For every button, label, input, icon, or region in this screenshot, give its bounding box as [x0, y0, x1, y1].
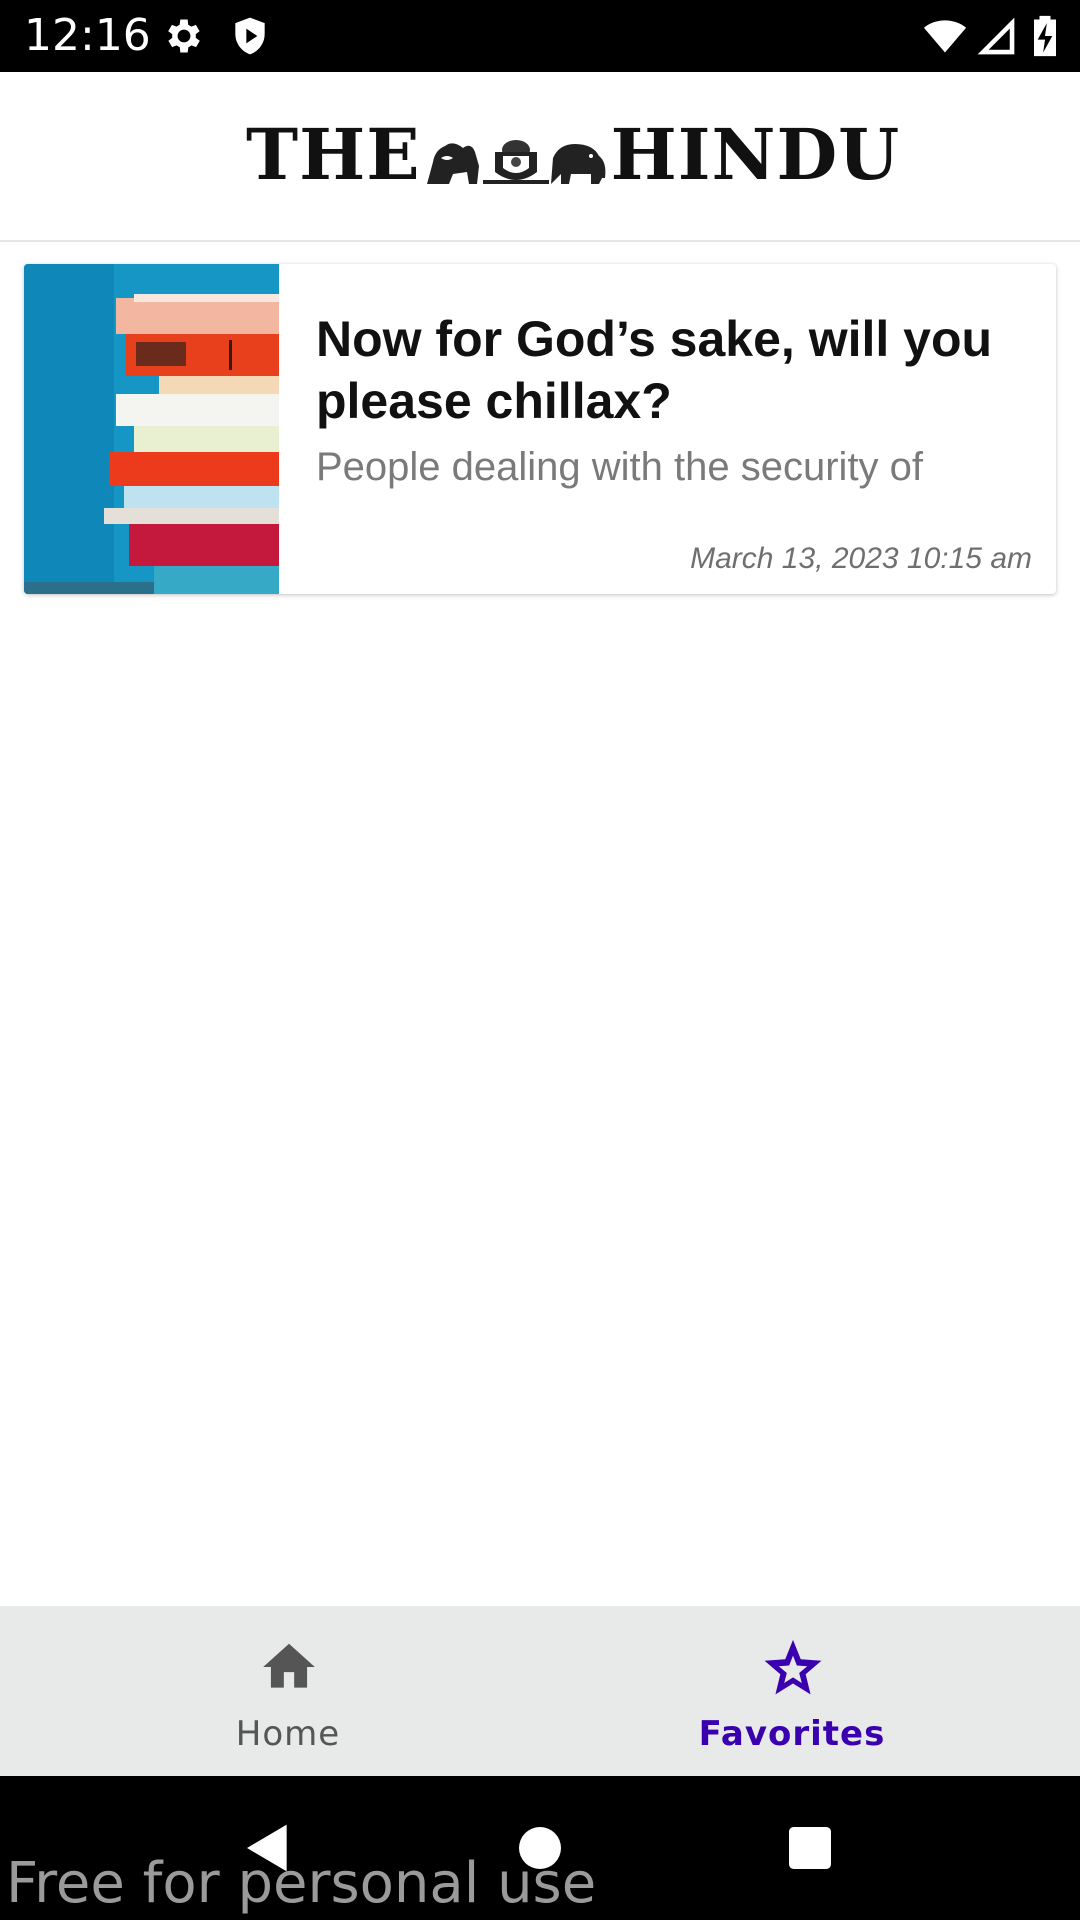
the-hindu-logo: THE HINDU — [246, 113, 901, 196]
app-header: THE HINDU — [0, 72, 1080, 242]
settings-icon — [168, 19, 200, 53]
article-summary: People dealing with the security of — [316, 445, 924, 489]
battery-charging-icon — [1034, 15, 1056, 57]
shield-icon — [235, 17, 265, 55]
bottom-navigation: Home Favorites — [0, 1606, 1080, 1776]
logo-word-hindu: HINDU — [610, 113, 901, 196]
signal-icon — [977, 17, 1015, 55]
nav-label-favorites: Favorites — [698, 1714, 886, 1754]
watermark-text: Free for personal use — [6, 1851, 597, 1916]
star-icon — [764, 1639, 822, 1695]
article-date: March 13, 2023 10:15 am — [690, 542, 1032, 575]
home-icon — [263, 1643, 315, 1688]
logo-word-the: THE — [246, 113, 421, 196]
recents-icon[interactable] — [782, 1820, 838, 1876]
nav-item-home[interactable]: Home — [18, 1606, 558, 1776]
status-time: 12:16 — [24, 10, 151, 61]
status-bar: 12:16 — [0, 0, 1080, 72]
wifi-icon — [923, 20, 967, 53]
crest-emblem-icon — [426, 140, 605, 184]
nav-label-home: Home — [235, 1714, 341, 1754]
article-title[interactable]: Now for God’s sake, will you please chil… — [316, 308, 1036, 432]
nav-item-favorites[interactable]: Favorites — [522, 1606, 1062, 1776]
stacked-books-image — [24, 264, 279, 594]
news-card[interactable]: Now for God’s sake, will you please chil… — [24, 264, 1056, 594]
